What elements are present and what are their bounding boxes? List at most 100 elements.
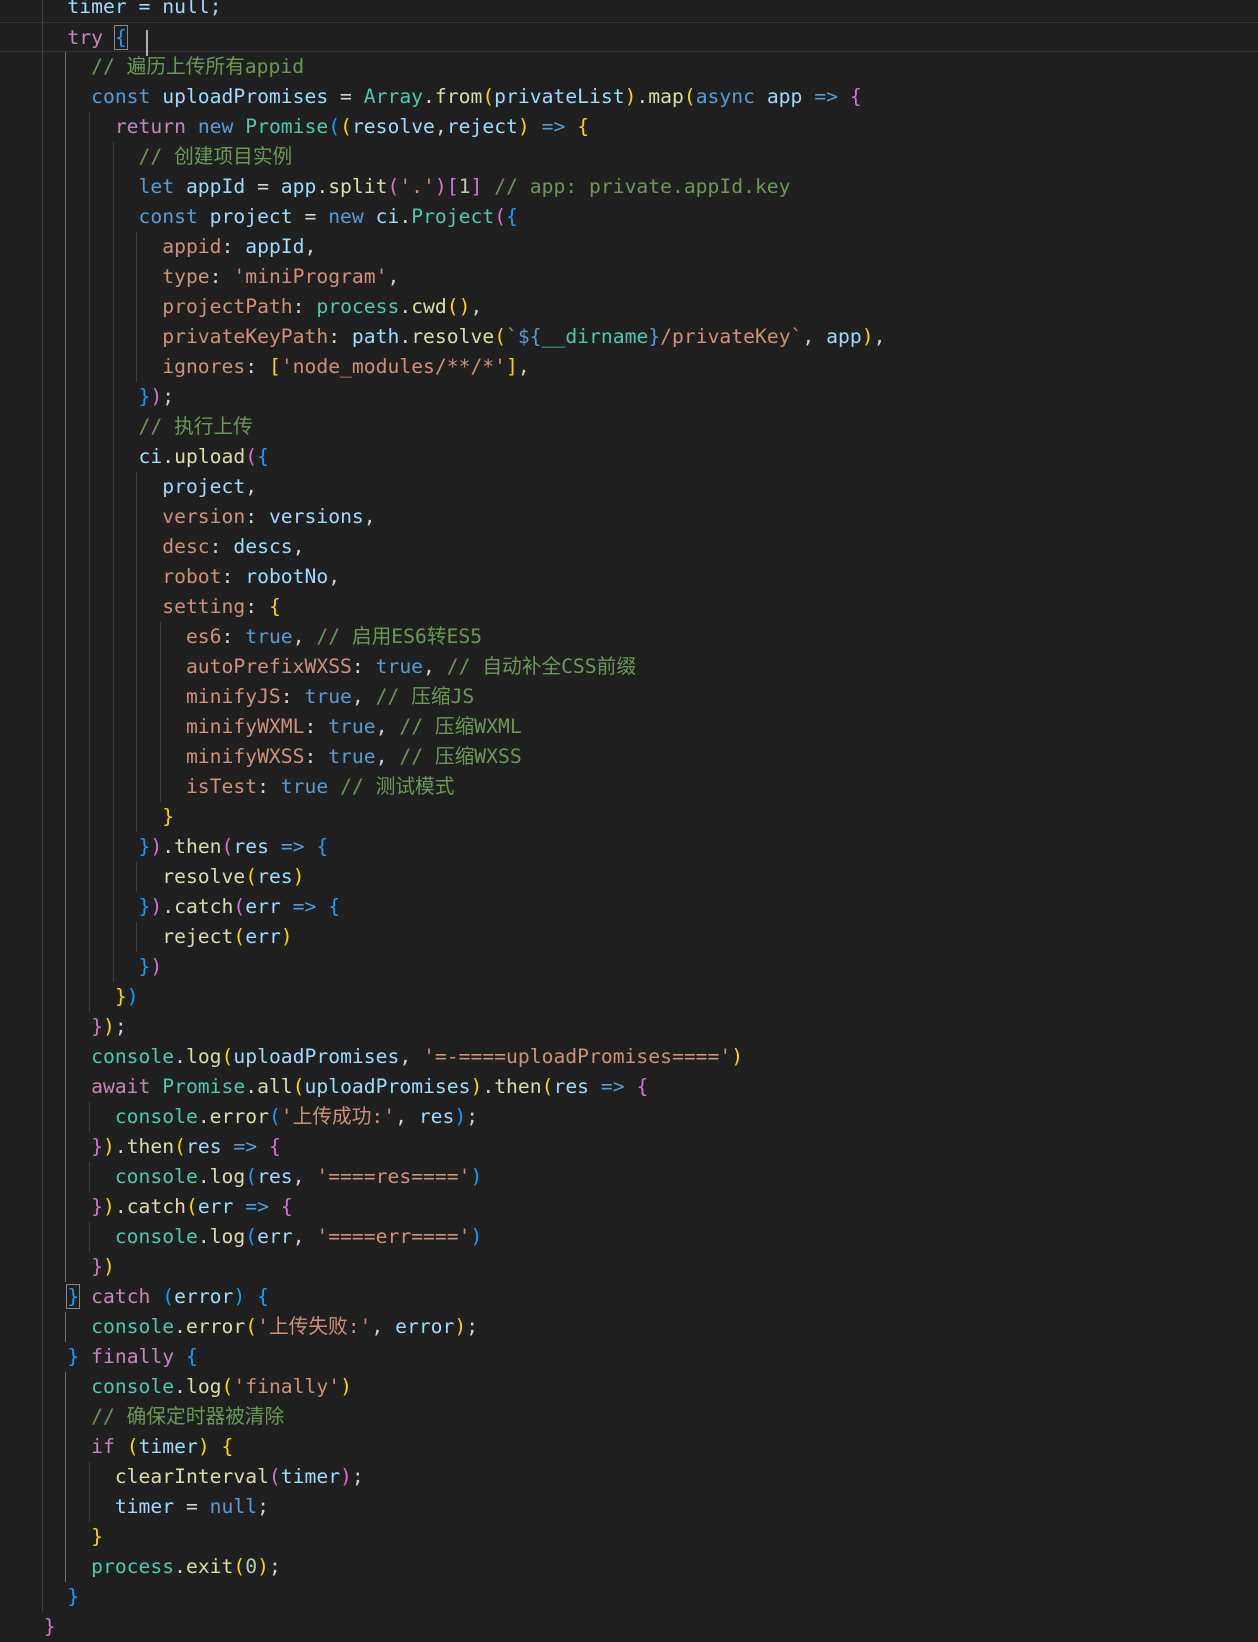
code-token: , (395, 1105, 419, 1128)
code-line[interactable]: console.log(res, '====res====') (0, 1162, 1258, 1192)
code-line[interactable]: appid: appId, (0, 232, 1258, 262)
code-token: 1 (458, 175, 471, 198)
code-token: minifyJS (185, 685, 281, 708)
code-line[interactable]: minifyWXML: true, // 压缩WXML (0, 712, 1258, 742)
code-line[interactable]: ignores: ['node_modules/**/*'], (0, 352, 1258, 382)
code-line[interactable]: }) (0, 952, 1258, 982)
code-line[interactable]: ci.upload({ (0, 442, 1258, 472)
code-token: ( (494, 325, 507, 348)
code-line[interactable]: }).catch(err => { (0, 892, 1258, 922)
code-line[interactable]: timer = null; (0, 0, 1258, 22)
code-line[interactable]: } (0, 802, 1258, 832)
code-line[interactable]: // 确保定时器被清除 (0, 1402, 1258, 1432)
code-line[interactable]: }); (0, 1012, 1258, 1042)
code-line[interactable]: desc: descs, (0, 532, 1258, 562)
code-line[interactable]: reject(err) (0, 922, 1258, 952)
code-line[interactable]: clearInterval(timer); (0, 1462, 1258, 1492)
code-line[interactable]: process.exit(0); (0, 1552, 1258, 1582)
code-token: ( (494, 205, 507, 228)
code-token: app (766, 85, 803, 108)
code-line[interactable]: } catch (error) { (0, 1282, 1258, 1312)
code-line[interactable]: minifyWXSS: true, // 压缩WXSS (0, 742, 1258, 772)
code-token: : (304, 745, 329, 768)
code-line[interactable]: type: 'miniProgram', (0, 262, 1258, 292)
code-line[interactable]: } finally { (0, 1342, 1258, 1372)
code-line[interactable]: let appId = app.split('.')[1] // app: pr… (0, 172, 1258, 202)
code-line[interactable]: const project = new ci.Project({ (0, 202, 1258, 232)
code-line[interactable]: // 创建项目实例 (0, 142, 1258, 172)
code-line[interactable]: }) (0, 1252, 1258, 1282)
code-line[interactable]: }).then(res => { (0, 1132, 1258, 1162)
code-line[interactable]: await Promise.all(uploadPromises).then(r… (0, 1072, 1258, 1102)
code-line[interactable]: // 执行上传 (0, 412, 1258, 442)
code-line[interactable]: timer = null; (0, 1492, 1258, 1522)
code-line[interactable]: autoPrefixWXSS: true, // 自动补全CSS前缀 (0, 652, 1258, 682)
code-line[interactable]: console.error('上传成功:', res); (0, 1102, 1258, 1132)
code-line[interactable]: setting: { (0, 592, 1258, 622)
code-token: try (67, 26, 103, 49)
code-token: = (328, 85, 364, 108)
code-token: from (434, 85, 483, 108)
code-token: await (91, 1075, 151, 1098)
code-line[interactable]: console.log('finally') (0, 1372, 1258, 1402)
code-token: , (399, 1045, 424, 1068)
code-line[interactable]: if (timer) { (0, 1432, 1258, 1462)
code-line[interactable]: } (0, 1582, 1258, 1612)
code-line[interactable]: try { (0, 22, 1258, 52)
code-token: '====res====' (316, 1165, 471, 1188)
code-line[interactable]: console.log(uploadPromises, '=-====uploa… (0, 1042, 1258, 1072)
code-line[interactable]: const uploadPromises = Array.from(privat… (0, 82, 1258, 112)
code-token: { (257, 1285, 269, 1308)
code-line[interactable]: }).then(res => { (0, 832, 1258, 862)
code-line[interactable]: es6: true, // 启用ES6转ES5 (0, 622, 1258, 652)
code-token: err (197, 1195, 234, 1218)
code-line[interactable]: } (0, 1522, 1258, 1552)
code-line[interactable]: }); (0, 382, 1258, 412)
code-line[interactable]: isTest: true // 测试模式 (0, 772, 1258, 802)
code-token: true (328, 715, 376, 738)
code-token: // 压缩WXML (399, 715, 522, 738)
code-line[interactable]: console.log(err, '====err====') (0, 1222, 1258, 1252)
code-token: { (257, 445, 269, 468)
code-line[interactable]: // 遍历上传所有appid (0, 52, 1258, 82)
code-line[interactable]: version: versions, (0, 502, 1258, 532)
code-token: Project (411, 205, 495, 228)
code-token: , (517, 355, 530, 378)
code-line[interactable]: } (0, 1612, 1258, 1642)
code-token: '=-====uploadPromises====' (423, 1045, 732, 1068)
code-token: ( (221, 1045, 234, 1068)
code-token: . (399, 295, 412, 318)
code-line[interactable]: }).catch(err => { (0, 1192, 1258, 1222)
code-line[interactable]: minifyJS: true, // 压缩JS (0, 682, 1258, 712)
code-token: res (553, 1075, 590, 1098)
code-line[interactable]: }) (0, 982, 1258, 1012)
code-editor[interactable]: timer = null; try { // 遍历上传所有appid const… (0, 0, 1258, 1638)
code-token: appid (162, 235, 222, 258)
code-line[interactable]: projectPath: process.cwd(), (0, 292, 1258, 322)
code-token: => (541, 115, 566, 138)
code-token: ] (506, 355, 518, 378)
code-token: log (209, 1225, 246, 1248)
code-token: error (209, 1105, 269, 1128)
code-line[interactable]: resolve(res) (0, 862, 1258, 892)
code-token: return (114, 115, 186, 138)
code-line[interactable]: robot: robotNo, (0, 562, 1258, 592)
code-line[interactable]: project, (0, 472, 1258, 502)
code-line[interactable]: privateKeyPath: path.resolve(`${__dirnam… (0, 322, 1258, 352)
code-line[interactable]: return new Promise((resolve,reject) => { (0, 112, 1258, 142)
code-line[interactable]: console.error('上传失败:', error); (0, 1312, 1258, 1342)
